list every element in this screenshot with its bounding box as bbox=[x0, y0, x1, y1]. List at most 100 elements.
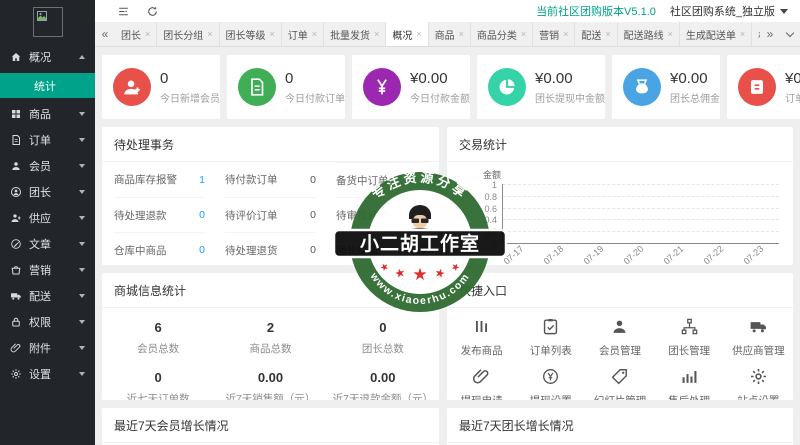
main-area: 当前社区团购版本V5.1.0 社区团购系统_独立版 « 团长 × 团长分组 × bbox=[95, 0, 800, 445]
sidebar-item[interactable]: 统计 bbox=[0, 73, 95, 98]
tab[interactable]: 商品 × bbox=[429, 22, 471, 46]
tab[interactable]: 权限 × bbox=[752, 22, 760, 46]
pending-item[interactable]: 待评价订单 0 bbox=[225, 197, 316, 232]
pending-tasks-panel: 待处理事务 商品库存报警 1 待付款订单 0 备货中订单 2 待处理退款 0 待… bbox=[102, 127, 439, 265]
tab-label: 生成配送单 bbox=[685, 30, 736, 42]
chart-y-tick: 0.2 bbox=[484, 227, 497, 238]
pending-item[interactable]: 备货中订单 2 bbox=[336, 162, 427, 197]
stat-card-text: ¥0.00 今日付款金额 bbox=[410, 70, 470, 105]
mall-stats-grid: 6 会员总数 2 商品总数 0 团长总数 0 近七天订单数 0.00 近7天销售… bbox=[102, 308, 439, 400]
caret-icon bbox=[79, 164, 85, 168]
tab[interactable]: 生成配送单 × bbox=[680, 22, 753, 46]
sidebar-item[interactable]: 设置 bbox=[0, 361, 95, 387]
mall-stat-label: 近七天订单数 bbox=[126, 393, 190, 400]
quick-entry-label: 团长管理 bbox=[668, 345, 711, 357]
pending-item[interactable]: 待付款订单 0 bbox=[225, 162, 316, 197]
quick-entry-label: 提现申请 bbox=[447, 393, 516, 400]
tab[interactable]: 批量发货 × bbox=[324, 22, 387, 46]
quick-entry[interactable]: 幻灯片管理 bbox=[585, 362, 654, 400]
tab-close-icon[interactable]: × bbox=[459, 29, 464, 39]
sidebar-item[interactable]: 权限 bbox=[0, 309, 95, 335]
chart-x-ticks: 07-17 07-18 07-19 07-20 07-21 07-22 07-23 bbox=[502, 244, 766, 265]
pending-item[interactable]: 团长提现 0 bbox=[336, 232, 427, 265]
tabs-scroll-right-button[interactable]: » bbox=[760, 22, 780, 46]
mall-stat-label: 近7天退款金额（元） bbox=[332, 393, 433, 400]
tab-close-icon[interactable]: × bbox=[207, 29, 212, 39]
tab[interactable]: 配送路线 × bbox=[618, 22, 680, 46]
supply-icon bbox=[10, 212, 22, 224]
sidebar-item[interactable]: 商品 bbox=[0, 101, 95, 127]
pending-item-value: 0 bbox=[199, 209, 205, 221]
tab[interactable]: 团长 × bbox=[115, 22, 158, 46]
pending-item[interactable]: 待处理退货 0 bbox=[225, 232, 316, 265]
tab-close-icon[interactable]: × bbox=[521, 29, 526, 39]
pending-item[interactable]: 仓库中商品 0 bbox=[114, 232, 205, 265]
sidebar-item[interactable]: 概况 bbox=[0, 44, 95, 70]
tag-icon bbox=[610, 367, 629, 386]
pending-item-label: 仓库中商品 bbox=[114, 244, 167, 257]
mall-stat: 0.00 近7天退款金额（元） bbox=[327, 363, 439, 400]
row-growth-charts: 最近7天会员增长情况 最近7天团长增长情况 bbox=[102, 408, 793, 445]
sidebar-item[interactable]: 供应 bbox=[0, 205, 95, 231]
quick-entry[interactable]: 售后处理 bbox=[655, 362, 724, 400]
version-text: 当前社区团购版本V5.1.0 bbox=[536, 6, 656, 18]
tab[interactable]: 概况 × bbox=[386, 22, 429, 46]
tab[interactable]: 团长等级 × bbox=[220, 22, 282, 46]
quick-entry-label: 供应商管理 bbox=[732, 345, 785, 357]
tab-close-icon[interactable]: × bbox=[416, 29, 421, 39]
tab[interactable]: 配送 × bbox=[575, 22, 618, 46]
quick-entry[interactable]: 会员管理 bbox=[585, 312, 654, 362]
tab[interactable]: 营销 × bbox=[533, 22, 576, 46]
tab-label: 概况 bbox=[392, 30, 413, 42]
tab[interactable]: 团长分组 × bbox=[157, 22, 220, 46]
quick-entry[interactable]: 供应商管理 bbox=[724, 312, 793, 362]
publish-icon bbox=[472, 317, 491, 336]
mall-info-panel: 商城信息统计 6 会员总数 2 商品总数 0 团长总数 0 近七天订单数 0.0… bbox=[102, 273, 439, 400]
sidebar-item[interactable]: 团长 bbox=[0, 179, 95, 205]
refresh-icon[interactable] bbox=[146, 5, 159, 18]
article-icon bbox=[10, 238, 22, 250]
stat-label: 今日付款金额 bbox=[410, 93, 470, 105]
quick-entry[interactable]: 团长管理 bbox=[655, 312, 724, 362]
sidebar-item[interactable]: 附件 bbox=[0, 335, 95, 361]
chart-gridline: 0.2 bbox=[484, 227, 779, 237]
tab-label: 配送 bbox=[581, 30, 602, 42]
quick-entry[interactable]: 订单列表 bbox=[516, 312, 585, 362]
quick-entry[interactable]: 提现设置 bbox=[516, 362, 585, 400]
tab-close-icon[interactable]: × bbox=[270, 29, 275, 39]
mall-stat-value: 0.00 bbox=[257, 370, 284, 385]
caret-icon bbox=[79, 242, 85, 246]
tab-label: 营销 bbox=[539, 30, 560, 42]
quick-entry[interactable]: 提现申请 bbox=[447, 362, 516, 400]
tab-close-icon[interactable]: × bbox=[145, 29, 150, 39]
quick-entry[interactable]: 发布商品 bbox=[447, 312, 516, 362]
tab-close-icon[interactable]: × bbox=[563, 29, 568, 39]
tab-close-icon[interactable]: × bbox=[605, 29, 610, 39]
sidebar-item[interactable]: 会员 bbox=[0, 153, 95, 179]
pending-grid: 商品库存报警 1 待付款订单 0 备货中订单 2 待处理退款 0 待评价订单 0… bbox=[102, 162, 439, 265]
tab-close-icon[interactable]: × bbox=[374, 29, 379, 39]
tab[interactable]: 商品分类 × bbox=[471, 22, 534, 46]
tab-close-icon[interactable]: × bbox=[312, 29, 317, 39]
sidebar-item[interactable]: 订单 bbox=[0, 127, 95, 153]
sidebar-item[interactable]: 营销 bbox=[0, 257, 95, 283]
pending-item[interactable]: 待处理退款 0 bbox=[114, 197, 205, 232]
tab-close-icon[interactable]: × bbox=[740, 29, 745, 39]
receipt-icon bbox=[738, 68, 776, 106]
sidebar-item[interactable]: 配送 bbox=[0, 283, 95, 309]
panel-title: 待处理事务 bbox=[102, 127, 439, 162]
sidebar-item-label: 权限 bbox=[29, 317, 51, 329]
stat-card: ¥0.00 团长提现中金额 bbox=[477, 55, 605, 119]
tabs-scroll-left-button[interactable]: « bbox=[95, 22, 115, 46]
quick-entry[interactable]: 站点设置 bbox=[724, 362, 793, 400]
system-name-label: 社区团购系统_独立版 bbox=[669, 6, 775, 18]
collapse-sidebar-icon[interactable] bbox=[117, 5, 130, 18]
tabs-dropdown-button[interactable] bbox=[780, 22, 800, 46]
tab-close-icon[interactable]: × bbox=[668, 29, 673, 39]
system-name-dropdown[interactable]: 社区团购系统_独立版 bbox=[670, 3, 788, 19]
sidebar-item[interactable]: 文章 bbox=[0, 231, 95, 257]
pending-item[interactable]: 待审核评价 0 bbox=[336, 197, 427, 232]
pending-item[interactable]: 商品库存报警 1 bbox=[114, 162, 205, 197]
member-icon bbox=[610, 317, 629, 336]
tab[interactable]: 订单 × bbox=[282, 22, 325, 46]
